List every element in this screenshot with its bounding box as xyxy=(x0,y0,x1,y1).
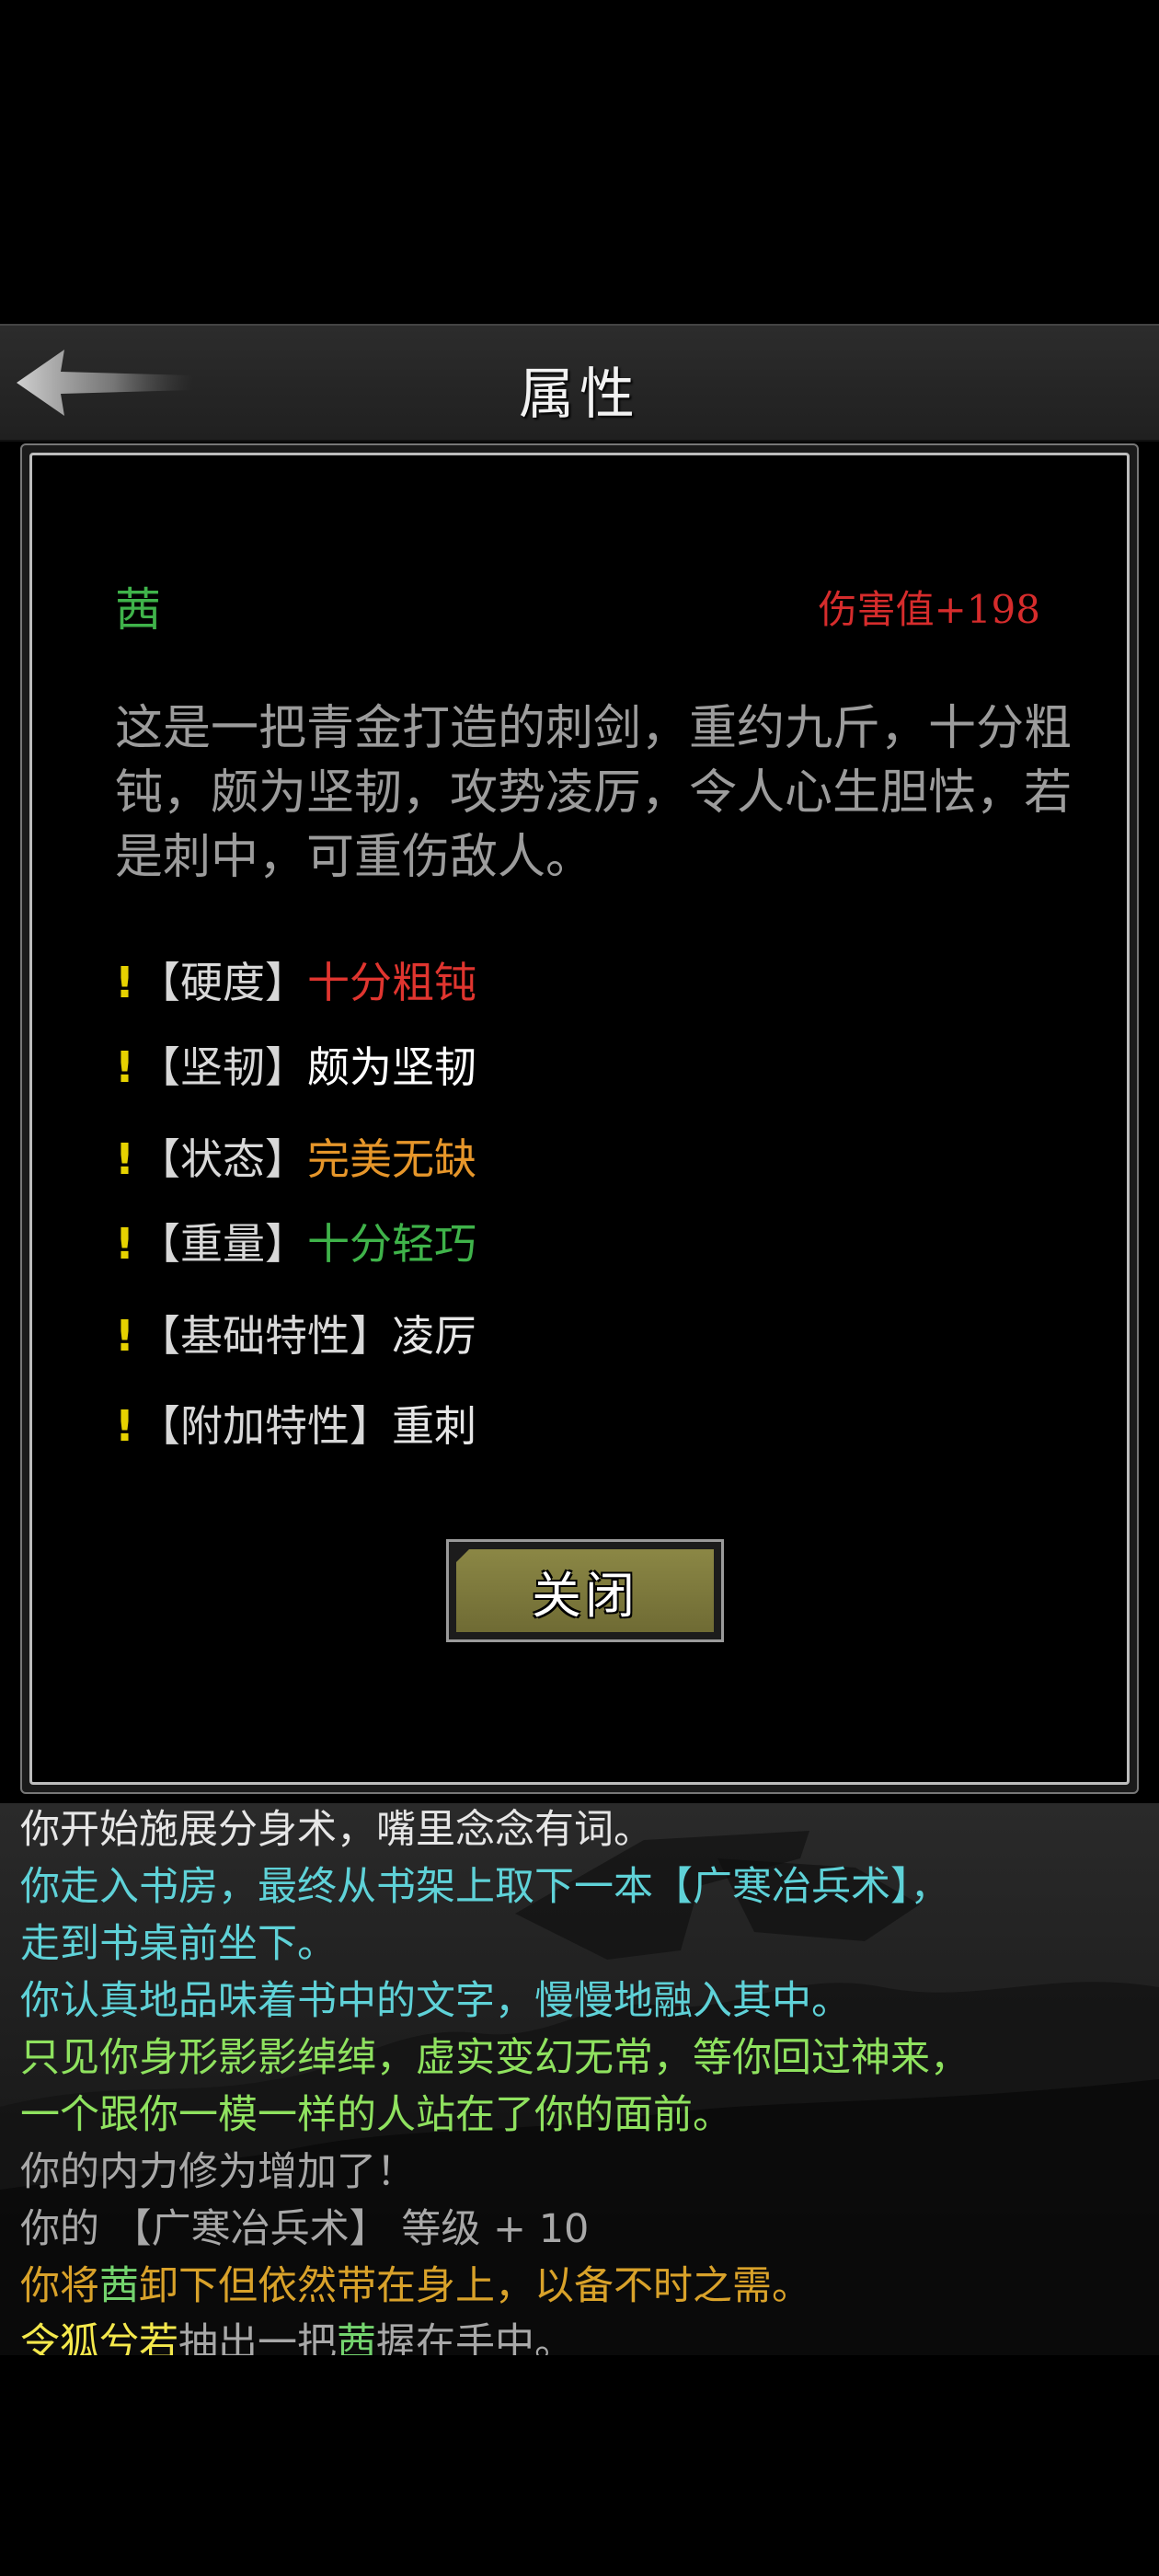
item-description: 这是一把青金打造的刺剑，重约九斤，十分粗钝，颇为坚韧，攻势凌厉，令人心生胆怯，若… xyxy=(115,701,1073,885)
close-button-label: 关闭 xyxy=(532,1566,638,1625)
item-name: 茜 xyxy=(115,583,161,637)
log-line: 你认真地品味着书中的文字，慢慢地融入其中。 xyxy=(20,1978,851,2024)
attribute-value: 十分粗钝 xyxy=(306,958,476,1007)
attribute-value: 完美无缺 xyxy=(306,1134,476,1184)
item-detail-panel: 茜 伤害值+198 这是一把青金打造的刺剑，重约九斤，十分粗钝，颇为坚韧，攻势凌… xyxy=(20,443,1139,1794)
item-link: 茜 xyxy=(337,2320,376,2355)
log-text: 你将 xyxy=(20,2263,99,2309)
attribute-condition: !【状态】完美无缺 xyxy=(115,1127,476,1191)
attribute-value: 十分轻巧 xyxy=(306,1219,476,1269)
message-log[interactable]: 你开始施展分身术，嘴里念念有词。 你走入书房，最终从书架上取下一本【广寒冶兵术】… xyxy=(0,1803,1159,2355)
alert-mark-icon: ! xyxy=(115,1311,134,1361)
alert-mark-icon: ! xyxy=(115,1134,134,1184)
header-bar: 属性 xyxy=(0,324,1159,442)
attribute-value: 重刺 xyxy=(391,1401,476,1451)
log-line: 走到书桌前坐下。 xyxy=(20,1921,337,1967)
alert-mark-icon: ! xyxy=(115,1219,134,1269)
item-link: 茜 xyxy=(99,2263,139,2309)
attribute-value: 凌厉 xyxy=(391,1311,476,1361)
log-line: 只见你身形影影绰绰，虚实变幻无常，等你回过神来， xyxy=(20,2035,970,2081)
log-line: 你走入书房，最终从书架上取下一本【广寒冶兵术】， xyxy=(20,1864,950,1910)
attribute-toughness: !【坚韧】颇为坚韧 xyxy=(115,1035,476,1099)
character-name: 令狐兮若 xyxy=(20,2320,178,2355)
close-button[interactable]: 关闭 xyxy=(446,1539,724,1642)
attribute-extra-trait: !【附加特性】重刺 xyxy=(115,1394,476,1458)
close-button-face: 关闭 xyxy=(456,1549,714,1632)
log-line: 你将茜卸下但依然带在身上，以备不时之需。 xyxy=(20,2258,811,2315)
attribute-key: 【重量】 xyxy=(137,1219,307,1269)
alert-mark-icon: ! xyxy=(115,1042,134,1092)
page-title: 属性 xyxy=(519,362,640,427)
log-text: 卸下但依然带在身上，以备不时之需。 xyxy=(139,2263,811,2309)
damage-value: 伤害值+198 xyxy=(818,587,1040,632)
attribute-value: 颇为坚韧 xyxy=(306,1042,476,1092)
attribute-weight: !【重量】十分轻巧 xyxy=(115,1212,476,1276)
attribute-key: 【基础特性】 xyxy=(137,1311,392,1361)
log-line: 令狐兮若抽出一把茜握在手中。 xyxy=(20,2315,574,2355)
attribute-key: 【硬度】 xyxy=(137,958,307,1007)
attribute-base-trait: !【基础特性】凌厉 xyxy=(115,1304,476,1368)
attribute-hardness: !【硬度】十分粗钝 xyxy=(115,950,476,1015)
alert-mark-icon: ! xyxy=(115,1401,134,1451)
attribute-key: 【状态】 xyxy=(137,1134,307,1184)
log-line: 你的内力修为增加了！ xyxy=(20,2149,416,2195)
log-line: 一个跟你一模一样的人站在了你的面前。 xyxy=(20,2092,732,2138)
attribute-key: 【坚韧】 xyxy=(137,1042,307,1092)
log-line: 你开始施展分身术，嘴里念念有词。 xyxy=(20,1807,653,1853)
log-line: 你的 【广寒冶兵术】 等级 + 10 xyxy=(20,2206,590,2252)
item-detail-content: 茜 伤害值+198 这是一把青金打造的刺剑，重约九斤，十分粗钝，颇为坚韧，攻势凌… xyxy=(29,453,1130,1785)
attribute-key: 【附加特性】 xyxy=(137,1401,392,1451)
log-text: 握在手中。 xyxy=(376,2320,574,2355)
alert-mark-icon: ! xyxy=(115,958,134,1007)
log-text: 抽出一把 xyxy=(178,2320,337,2355)
